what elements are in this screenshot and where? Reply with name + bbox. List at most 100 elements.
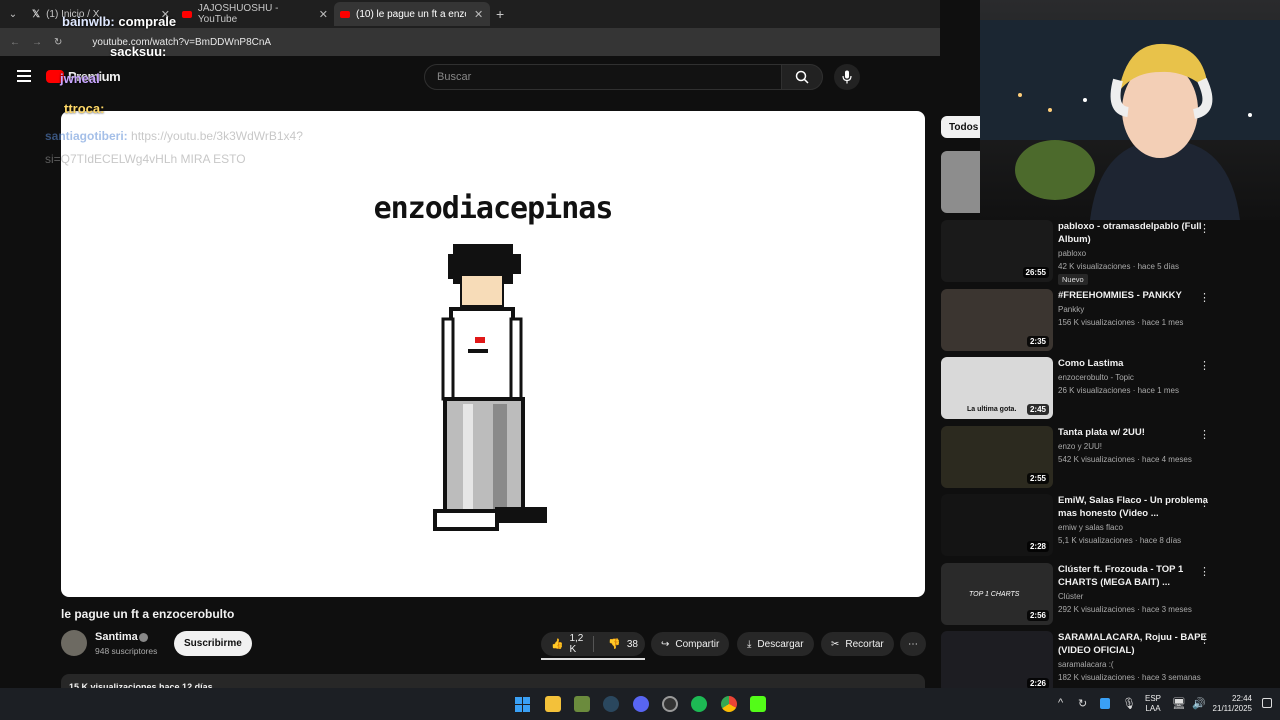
video-thumbnail[interactable]: TOP 1 CHARTS 2:56 [941, 563, 1053, 625]
video-player[interactable]: enzodiacepinas [61, 111, 925, 597]
search-button[interactable] [781, 64, 823, 90]
recommendation-channel[interactable]: Pankky [1058, 303, 1218, 316]
subscribe-button[interactable]: Suscribirme [174, 631, 252, 656]
recommendation-title[interactable]: EmiW, Salas Flaco - Un problema mas hone… [1058, 494, 1208, 520]
recommendation-channel[interactable]: pabloxo [1058, 247, 1218, 260]
download-button[interactable]: ⤓ Descargar [737, 632, 814, 656]
more-vertical-icon[interactable]: ⋮ [1199, 222, 1210, 235]
more-vertical-icon[interactable]: ⋮ [1199, 496, 1210, 509]
channel-avatar[interactable] [61, 630, 87, 656]
steam-icon[interactable] [603, 696, 619, 712]
chat-text: comprale [118, 14, 177, 29]
download-icon: ⤓ [747, 638, 752, 650]
language-indicator[interactable]: ESP LAA [1145, 694, 1161, 714]
recommendation-meta: 542 K visualizaciones · hace 4 meses [1058, 455, 1192, 464]
recommendation-title[interactable]: Tanta plata w/ 2UU! [1058, 426, 1208, 439]
more-actions-button[interactable]: ⋯ [900, 632, 926, 656]
clip-button[interactable]: ✂ Recortar [821, 632, 894, 656]
recommendation-meta: 156 K visualizaciones · hace 1 mes [1058, 318, 1184, 327]
video-thumbnail[interactable]: 2:35 [941, 289, 1053, 351]
new-tab-button[interactable]: + [490, 2, 510, 26]
tray-sync-icon[interactable]: ↻ [1078, 697, 1087, 710]
dislike-button[interactable]: 👎 38 [600, 639, 646, 650]
recommendation-card[interactable]: 26:55 pabloxo - otramasdelpablo (Full Alb… [941, 220, 1261, 285]
more-vertical-icon[interactable]: ⋮ [1199, 633, 1210, 646]
tab-list-button[interactable]: ⌄ [0, 2, 26, 26]
share-icon: ↪ [661, 638, 670, 650]
discord-icon[interactable] [633, 696, 649, 712]
recommendation-channel[interactable]: Clúster [1058, 590, 1218, 603]
chat-text: https://youtu.be/3k3WdWrB1x4? [131, 129, 303, 143]
chat-user: santiagotiberi: [45, 129, 128, 143]
recommendation-card[interactable]: 2:55 Tanta plata w/ 2UU! enzo y 2UU! 542 K … [941, 426, 1261, 490]
chat-user: ttroca: [64, 101, 105, 116]
recommendation-partial[interactable] [941, 151, 981, 213]
duration-badge: 2:28 [1026, 541, 1049, 552]
video-thumbnail[interactable]: La ultima gota. 2:45 [941, 357, 1053, 419]
scissors-icon: ✂ [831, 638, 840, 650]
more-vertical-icon[interactable]: ⋮ [1199, 428, 1210, 441]
video-thumbnail[interactable]: 2:28 [941, 494, 1053, 556]
video-thumbnail[interactable]: 2:55 [941, 426, 1053, 488]
more-vertical-icon[interactable]: ⋮ [1199, 565, 1210, 578]
video-title: le pague un ft a enzocerobulto [61, 607, 235, 621]
recommendation-card[interactable]: La ultima gota. 2:45 Como Lastima enzocerob… [941, 357, 1261, 421]
file-explorer-icon[interactable] [545, 696, 561, 712]
back-arrow-icon[interactable]: ← [10, 37, 20, 48]
like-button[interactable]: 👍 1,2 K [541, 633, 595, 655]
recommendation-card[interactable]: 2:35 #FREEHOMMIES - PANKKY Pankky 156 K vis… [941, 289, 1261, 353]
tray-network-icon[interactable]: 🖥 [1172, 697, 1186, 710]
video-thumbnail[interactable]: 26:55 [941, 220, 1053, 282]
tray-chevron-icon[interactable]: ^ [1058, 697, 1063, 709]
recommendation-card[interactable]: 2:28 EmiW, Salas Flaco - Un problema mas … [941, 494, 1261, 558]
recommendation-channel[interactable]: enzo y 2UU! [1058, 440, 1218, 453]
tray-mic-icon[interactable]: 🎙 [1122, 697, 1136, 710]
chrome-icon[interactable] [721, 696, 737, 712]
recommendation-meta: 182 K visualizaciones · hace 3 semanas [1058, 673, 1201, 682]
recommendation-title[interactable]: SARAMALACARA, Rojuu - BAPE (VIDEO OFICIA… [1058, 631, 1208, 657]
more-vertical-icon[interactable]: ⋮ [1199, 291, 1210, 304]
tab-jajoshuoshu[interactable]: JAJOSHUOSHU - YouTube ✕ [176, 2, 334, 26]
recommendation-card[interactable]: 2:26 SARAMALACARA, Rojuu - BAPE (VIDEO OF… [941, 631, 1261, 695]
obs-icon[interactable] [662, 696, 678, 712]
close-icon[interactable]: ✕ [474, 8, 483, 21]
more-horizontal-icon: ⋯ [908, 638, 918, 650]
video-thumbnail[interactable]: 2:26 [941, 631, 1053, 693]
artwork-title: enzodiacepinas [373, 191, 614, 226]
recommendation-card[interactable]: TOP 1 CHARTS 2:56 Clúster ft. Frozouda - T… [941, 563, 1261, 627]
channel-name[interactable]: Santima [95, 631, 138, 643]
recommendation-channel[interactable]: emiw y salas flaco [1058, 521, 1218, 534]
tab-current-video[interactable]: (10) le pague un ft a enzocerob ✕ [334, 2, 490, 26]
menu-icon[interactable] [17, 70, 31, 82]
close-icon[interactable]: ✕ [319, 8, 328, 21]
tray-volume-icon[interactable]: 🔊 [1192, 697, 1206, 710]
thumbs-down-icon: 👎 [608, 638, 621, 650]
clock[interactable]: 22:44 21/11/2025 [1208, 694, 1252, 714]
recommendation-title[interactable]: pabloxo - otramasdelpablo (Full Album) [1058, 220, 1208, 246]
more-vertical-icon[interactable]: ⋮ [1199, 359, 1210, 372]
tray-shield-icon[interactable] [1100, 698, 1110, 709]
recommendation-title[interactable]: #FREEHOMMIES - PANKKY [1058, 289, 1208, 302]
chat-message: santiagotiberi: https://youtu.be/3k3WdWr… [45, 129, 303, 143]
notifications-icon[interactable] [1262, 698, 1272, 708]
forward-arrow-icon[interactable]: → [32, 37, 42, 48]
share-button[interactable]: ↪ Compartir [651, 632, 730, 656]
windows-start-icon[interactable] [515, 697, 530, 712]
duration-badge: 2:35 [1026, 336, 1049, 347]
search-input[interactable]: Buscar [424, 64, 782, 90]
thumbnail-caption: TOP 1 CHARTS [969, 591, 1020, 598]
reload-icon[interactable]: ↻ [54, 37, 62, 48]
voice-search-button[interactable] [834, 64, 860, 90]
youtube-icon [340, 10, 350, 18]
recommendation-title[interactable]: Clúster ft. Frozouda - TOP 1 CHARTS (MEG… [1058, 563, 1208, 589]
chat-message: jwneal [60, 71, 100, 86]
recommendation-title[interactable]: Como Lastima [1058, 357, 1208, 370]
chat-message: sacksuu: [110, 44, 166, 59]
spotify-icon[interactable] [691, 696, 707, 712]
youtube-icon [182, 10, 192, 18]
minecraft-icon[interactable] [574, 696, 590, 712]
recommendation-channel[interactable]: enzocerobulto - Topic [1058, 371, 1218, 384]
recommendation-channel[interactable]: saramalacara :( [1058, 658, 1218, 671]
clock-date: 21/11/2025 [1212, 704, 1252, 713]
kick-icon[interactable] [750, 696, 766, 712]
